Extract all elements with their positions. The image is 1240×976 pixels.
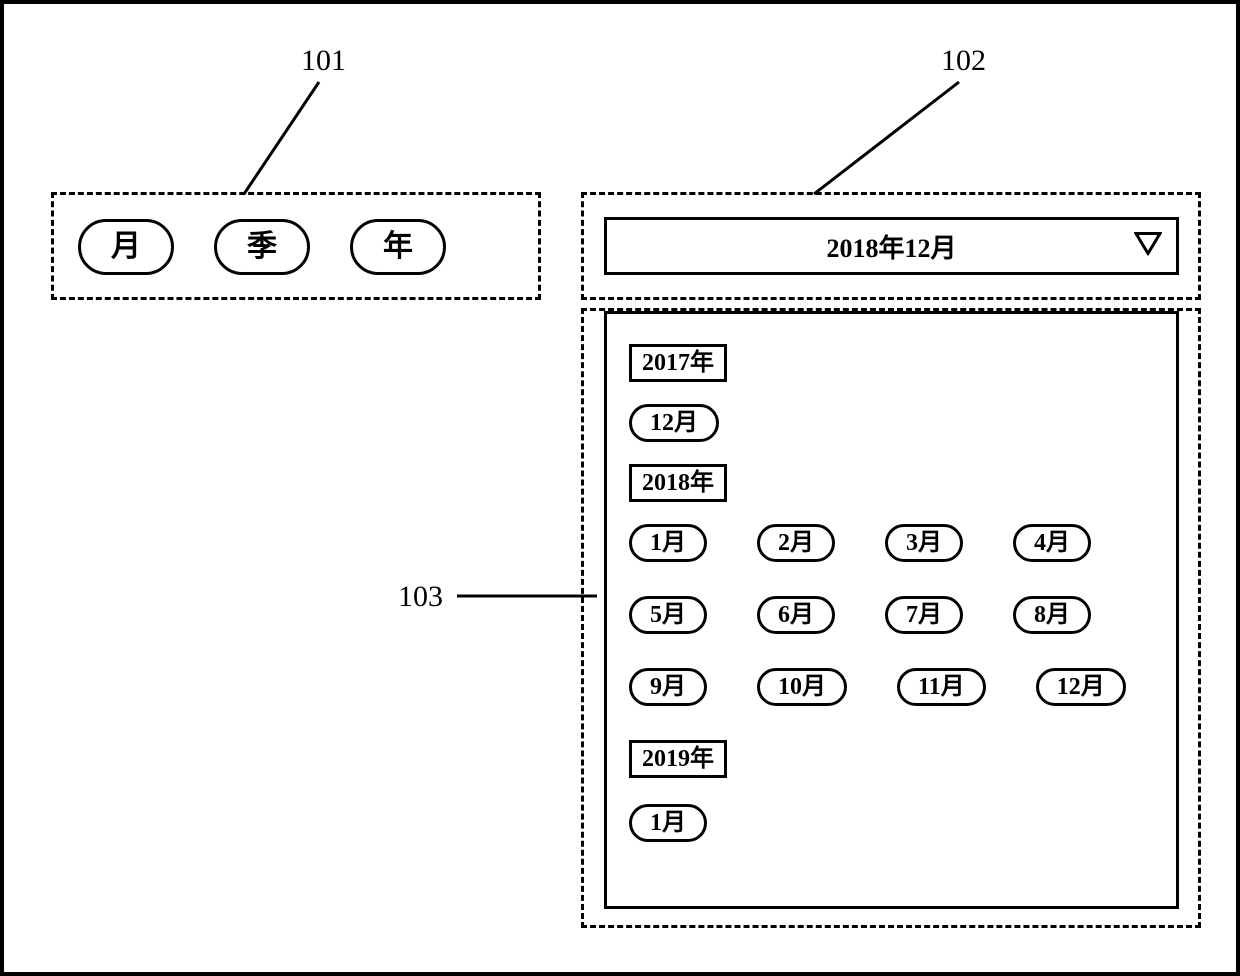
month-2018-05[interactable]: 5月 bbox=[629, 596, 707, 634]
year-2019-label: 2019年 bbox=[629, 740, 727, 778]
period-year-button[interactable]: 年 bbox=[350, 219, 446, 275]
callout-101-label: 101 bbox=[301, 44, 346, 78]
month-2019-01[interactable]: 1月 bbox=[629, 804, 707, 842]
date-panel-group: 2017年 12月 2018年 1月 2月 3月 4月 5月 6月 7月 8月 bbox=[581, 308, 1201, 928]
figure-canvas: 101 102 103 月 季 年 2018年12月 2017年 bbox=[0, 0, 1240, 976]
period-month-button[interactable]: 月 bbox=[78, 219, 174, 275]
callout-103-label: 103 bbox=[398, 580, 443, 614]
month-2018-11[interactable]: 11月 bbox=[897, 668, 986, 706]
year-2017-label: 2017年 bbox=[629, 344, 727, 382]
date-dropdown-value: 2018年12月 bbox=[826, 228, 956, 265]
callout-101-leader bbox=[234, 74, 344, 204]
month-2017-12[interactable]: 12月 bbox=[629, 404, 719, 442]
month-2018-09[interactable]: 9月 bbox=[629, 668, 707, 706]
period-quarter-button[interactable]: 季 bbox=[214, 219, 310, 275]
date-panel: 2017年 12月 2018年 1月 2月 3月 4月 5月 6月 7月 8月 bbox=[604, 311, 1179, 909]
month-2018-02[interactable]: 2月 bbox=[757, 524, 835, 562]
month-2018-01[interactable]: 1月 bbox=[629, 524, 707, 562]
chevron-down-icon bbox=[1134, 232, 1162, 261]
month-2018-06[interactable]: 6月 bbox=[757, 596, 835, 634]
year-2018-label: 2018年 bbox=[629, 464, 727, 502]
date-dropdown-group: 2018年12月 bbox=[581, 192, 1201, 300]
callout-102-label: 102 bbox=[941, 44, 986, 78]
month-2018-10[interactable]: 10月 bbox=[757, 668, 847, 706]
month-2018-08[interactable]: 8月 bbox=[1013, 596, 1091, 634]
month-2018-12[interactable]: 12月 bbox=[1036, 668, 1126, 706]
date-dropdown[interactable]: 2018年12月 bbox=[604, 217, 1179, 275]
period-selector-group: 月 季 年 bbox=[51, 192, 541, 300]
month-2018-04[interactable]: 4月 bbox=[1013, 524, 1091, 562]
callout-102-leader bbox=[804, 74, 984, 204]
month-2018-03[interactable]: 3月 bbox=[885, 524, 963, 562]
month-2018-07[interactable]: 7月 bbox=[885, 596, 963, 634]
